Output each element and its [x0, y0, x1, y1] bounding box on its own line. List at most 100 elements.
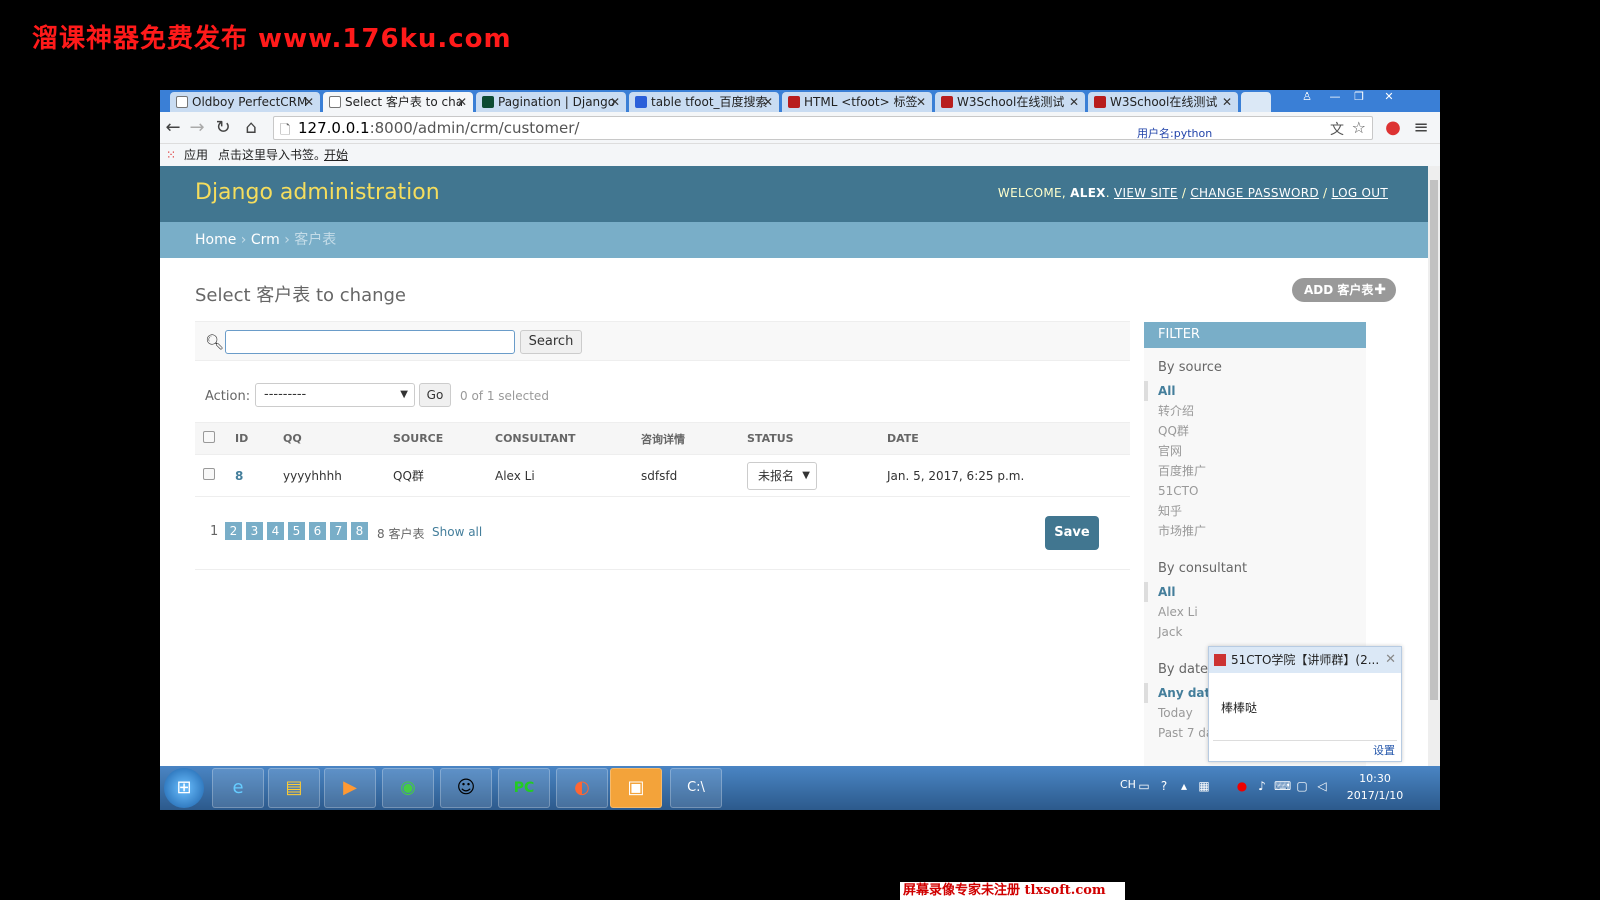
tab-select-customer[interactable]: Select 客户表 to cha ✕ — [323, 92, 473, 112]
tab-html-tfoot[interactable]: HTML <tfoot> 标签 ✕ — [782, 92, 932, 112]
apps-grid-icon[interactable]: ⁙ — [166, 144, 176, 166]
explorer-icon[interactable]: ▤ — [268, 768, 320, 808]
filter-source-all[interactable]: All — [1144, 381, 1366, 401]
monitor-icon[interactable]: ▢ — [1294, 778, 1310, 794]
start-button[interactable]: ⊞ — [164, 768, 204, 808]
filter-consultant-alex[interactable]: Alex Li — [1144, 602, 1366, 622]
media-player-icon[interactable]: ▶ — [324, 768, 376, 808]
page-link-8[interactable]: 8 — [351, 522, 368, 540]
site-title[interactable]: Django administration — [195, 180, 440, 205]
filter-source-qq-group[interactable]: QQ群 — [1144, 421, 1366, 441]
column-date[interactable]: DATE — [879, 422, 1130, 455]
tab-close-icon[interactable]: ✕ — [916, 92, 926, 112]
page-link-2[interactable]: 2 — [225, 522, 242, 540]
page-link-7[interactable]: 7 — [330, 522, 347, 540]
reload-icon[interactable]: ↻ — [212, 117, 234, 139]
breadcrumb-home[interactable]: Home — [195, 232, 236, 248]
page-scrollbar[interactable] — [1428, 166, 1440, 766]
select-all-checkbox[interactable] — [203, 431, 215, 443]
filter-source-baidu[interactable]: 百度推广 — [1144, 461, 1366, 481]
tab-w3school-1[interactable]: W3School在线测试 ✕ — [935, 92, 1085, 112]
change-password-link[interactable]: CHANGE PASSWORD — [1190, 186, 1319, 200]
clock[interactable]: 10:30 2017/1/10 — [1340, 770, 1410, 804]
tab-w3school-2[interactable]: W3School在线测试 ✕ — [1088, 92, 1238, 112]
recorder-icon[interactable]: ◐ — [556, 768, 608, 808]
network-icon[interactable]: ▦ — [1196, 778, 1212, 794]
translate-icon[interactable]: 文 — [1330, 119, 1344, 139]
home-icon[interactable]: ⌂ — [240, 117, 262, 139]
column-id[interactable]: ID — [227, 422, 275, 455]
tray-arrow-icon[interactable]: ▴ — [1176, 778, 1192, 794]
back-icon[interactable]: ← — [162, 117, 184, 139]
keyboard-icon[interactable]: ▭ — [1136, 778, 1152, 794]
forward-icon[interactable]: → — [186, 117, 208, 139]
breadcrumb-crm[interactable]: Crm — [251, 232, 280, 248]
filter-source-market[interactable]: 市场推广 — [1144, 521, 1366, 541]
page-link-4[interactable]: 4 — [267, 522, 284, 540]
filter-source-referral[interactable]: 转介绍 — [1144, 401, 1366, 421]
column-source[interactable]: SOURCE — [385, 422, 487, 455]
filter-consultant-all[interactable]: All — [1144, 582, 1366, 602]
close-window-icon[interactable]: ✕ — [1378, 90, 1400, 104]
minimize-icon[interactable]: — — [1324, 90, 1346, 104]
action-select[interactable]: --------- ▼ — [255, 383, 415, 407]
tab-close-icon[interactable]: ✕ — [457, 92, 467, 112]
column-status[interactable]: STATUS — [739, 422, 879, 455]
qq-icon[interactable]: ☺ — [440, 768, 492, 808]
save-button[interactable]: Save — [1045, 516, 1099, 550]
qq-settings-link[interactable]: 设置 — [1373, 742, 1395, 758]
customer-id-link[interactable]: 8 — [235, 469, 243, 483]
pycharm-icon[interactable]: PC — [498, 768, 550, 808]
filter-source-website[interactable]: 官网 — [1144, 441, 1366, 461]
tab-close-icon[interactable]: ✕ — [763, 92, 773, 112]
status-select[interactable]: 未报名 ▼ — [747, 461, 817, 490]
view-site-link[interactable]: VIEW SITE — [1114, 186, 1178, 200]
new-tab-button[interactable] — [1241, 92, 1271, 112]
extension-icon[interactable]: ● — [1382, 117, 1404, 139]
add-customer-button[interactable]: ADD 客户表 ✚ — [1292, 278, 1396, 302]
bookmark-star-icon[interactable]: ☆ — [1352, 118, 1366, 137]
user-icon[interactable]: ♙ — [1296, 90, 1318, 104]
tab-close-icon[interactable]: ✕ — [304, 92, 314, 112]
go-button[interactable]: Go — [419, 383, 451, 407]
ie-icon[interactable]: e — [212, 768, 264, 808]
filter-source-zhihu[interactable]: 知乎 — [1144, 501, 1366, 521]
tab-baidu-search[interactable]: table tfoot_百度搜索 ✕ — [629, 92, 779, 112]
filter-source-51cto[interactable]: 51CTO — [1144, 481, 1366, 501]
filter-consultant-jack[interactable]: Jack — [1144, 622, 1366, 642]
log-out-link[interactable]: LOG OUT — [1332, 186, 1388, 200]
page-info-icon[interactable]: 🗋 — [280, 121, 290, 143]
tab-close-icon[interactable]: ✕ — [1222, 92, 1232, 112]
speaker-icon[interactable]: ♪ — [1254, 778, 1270, 794]
row-checkbox[interactable] — [203, 468, 215, 480]
volume-icon[interactable]: ◁ — [1314, 778, 1330, 794]
column-qq[interactable]: QQ — [275, 422, 385, 455]
tab-pagination-django[interactable]: Pagination | Django ✕ — [476, 92, 626, 112]
bookmark-start[interactable]: 开始 — [324, 144, 348, 166]
tab-oldboy-crm[interactable]: Oldboy PerfectCRM ✕ — [170, 92, 320, 112]
search-input[interactable] — [225, 330, 515, 354]
search-button[interactable]: Search — [520, 330, 582, 354]
close-icon[interactable]: ✕ — [1385, 647, 1396, 673]
column-consultant[interactable]: CONSULTANT — [487, 422, 633, 455]
chrome-icon[interactable]: ◉ — [382, 768, 434, 808]
record-icon[interactable]: ● — [1234, 778, 1250, 794]
restore-icon[interactable]: ❐ — [1348, 90, 1370, 104]
bookmark-apps[interactable]: 应用 — [184, 144, 208, 166]
menu-icon[interactable]: ≡ — [1410, 117, 1432, 139]
page-link-3[interactable]: 3 — [246, 522, 263, 540]
column-detail[interactable]: 咨询详情 — [633, 422, 739, 455]
terminal-icon[interactable]: C:\ — [670, 768, 722, 808]
show-all-link[interactable]: Show all — [432, 525, 482, 539]
page-link-6[interactable]: 6 — [309, 522, 326, 540]
language-indicator[interactable]: CH — [1120, 778, 1136, 791]
help-icon[interactable]: ? — [1156, 778, 1172, 794]
scrollbar-thumb[interactable] — [1430, 180, 1438, 700]
bookmark-import[interactable]: 点击这里导入书签。 — [218, 144, 326, 166]
tab-close-icon[interactable]: ✕ — [610, 92, 620, 112]
folder-app-icon[interactable]: ▣ — [610, 768, 662, 808]
ime-icon[interactable]: ⌨ — [1274, 778, 1291, 794]
qq-message-popup[interactable]: 51CTO学院【讲师群】(2... ✕ 棒棒哒 设置 — [1208, 646, 1402, 762]
tab-close-icon[interactable]: ✕ — [1069, 92, 1079, 112]
page-link-5[interactable]: 5 — [288, 522, 305, 540]
